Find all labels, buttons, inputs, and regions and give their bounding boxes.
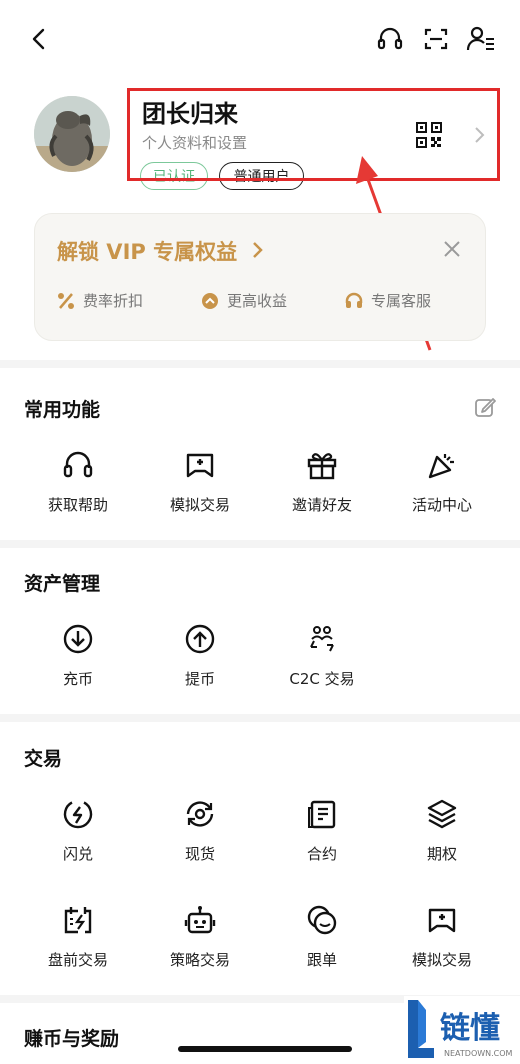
perk-label: 更高收益 xyxy=(227,292,288,310)
section-title-earn: 赚币与奖励 xyxy=(24,1028,120,1050)
vip-title-text: 解锁 VIP 专属权益 xyxy=(57,240,238,264)
grid-item-invite[interactable]: 邀请好友 xyxy=(262,448,382,515)
grid-item-label: 活动中心 xyxy=(411,496,472,514)
section-divider xyxy=(0,714,520,722)
perk-label: 费率折扣 xyxy=(83,292,144,310)
grid-item-deposit[interactable]: 充币 xyxy=(18,622,138,689)
back-arrow-icon[interactable] xyxy=(24,24,54,54)
grid-item-demo-trading-2[interactable]: 模拟交易 xyxy=(382,903,502,970)
grid-item-label: 盘前交易 xyxy=(47,951,108,969)
headset-support-icon[interactable] xyxy=(375,24,405,54)
gamepad-icon xyxy=(183,448,217,482)
grid-item-c2c[interactable]: C2C 交易 xyxy=(262,622,382,689)
calendar-flash-icon xyxy=(61,903,95,937)
gift-icon xyxy=(305,448,339,482)
grid-item-label: 模拟交易 xyxy=(411,951,472,969)
withdraw-icon xyxy=(183,622,217,656)
grid-item-label: 策略交易 xyxy=(169,951,230,969)
contract-document-icon xyxy=(305,797,339,831)
grid-item-demo-trading[interactable]: 模拟交易 xyxy=(140,448,260,515)
perk-dedicated-support: 专属客服 xyxy=(345,290,431,311)
grid-item-label: 获取帮助 xyxy=(47,496,108,514)
perk-higher-yield: 更高收益 xyxy=(201,290,287,311)
grid-item-label: 充币 xyxy=(62,670,93,688)
grid-item-events[interactable]: 活动中心 xyxy=(382,448,502,515)
percent-icon xyxy=(57,292,75,310)
vip-promo-card[interactable]: 解锁 VIP 专属权益 费率折扣 更高收益 专属客服 xyxy=(34,213,486,341)
grid-item-help[interactable]: 获取帮助 xyxy=(18,448,138,515)
headset-icon xyxy=(345,292,363,310)
grid-item-label: C2C 交易 xyxy=(289,670,355,688)
grid-item-label: 现货 xyxy=(184,845,215,863)
grid-item-label: 合约 xyxy=(306,845,337,863)
section-title-common: 常用功能 xyxy=(24,399,101,421)
top-bar xyxy=(0,0,520,80)
grid-item-label: 期权 xyxy=(426,845,457,863)
switch-account-icon[interactable] xyxy=(466,24,496,54)
coin-icon xyxy=(201,292,219,310)
grid-item-label: 邀请好友 xyxy=(291,496,352,514)
grid-item-label: 提币 xyxy=(184,670,215,688)
close-icon[interactable] xyxy=(443,240,461,262)
edit-icon[interactable] xyxy=(474,396,496,422)
grid-item-futures[interactable]: 合约 xyxy=(262,797,382,864)
grid-item-bots[interactable]: 策略交易 xyxy=(140,903,260,970)
spot-icon xyxy=(183,797,217,831)
party-popper-icon xyxy=(425,448,459,482)
deposit-icon xyxy=(61,622,95,656)
vip-chevron-icon xyxy=(252,240,264,264)
gamepad-icon xyxy=(425,903,459,937)
grid-item-premarket[interactable]: 盘前交易 xyxy=(18,903,138,970)
perk-fee-discount: 费率折扣 xyxy=(57,290,143,311)
scan-icon[interactable] xyxy=(421,24,451,54)
grid-item-label: 跟单 xyxy=(306,951,337,969)
watermark-brand: 链懂 xyxy=(440,1011,500,1046)
section-title-assets: 资产管理 xyxy=(24,573,101,595)
vip-title[interactable]: 解锁 VIP 专属权益 xyxy=(57,236,264,266)
grid-item-options[interactable]: 期权 xyxy=(382,797,502,864)
layers-icon xyxy=(425,797,459,831)
p2p-exchange-icon xyxy=(305,622,339,656)
grid-item-copy-trading[interactable]: 跟单 xyxy=(262,903,382,970)
home-indicator[interactable] xyxy=(178,1046,352,1052)
grid-item-convert[interactable]: 闪兑 xyxy=(18,797,138,864)
perk-label: 专属客服 xyxy=(371,292,432,310)
grid-item-label: 模拟交易 xyxy=(169,496,230,514)
copy-circles-icon xyxy=(305,903,339,937)
headset-icon xyxy=(61,448,95,482)
section-divider xyxy=(0,360,520,368)
grid-item-label: 闪兑 xyxy=(62,845,93,863)
watermark-logo: 链懂 NEATDOWN.COM xyxy=(404,996,520,1064)
avatar[interactable] xyxy=(34,96,110,172)
section-title-trade: 交易 xyxy=(24,748,63,770)
grid-item-spot[interactable]: 现货 xyxy=(140,797,260,864)
watermark-domain: NEATDOWN.COM xyxy=(444,1049,513,1058)
flash-convert-icon xyxy=(61,797,95,831)
highlight-annotation-box xyxy=(127,88,500,181)
robot-icon xyxy=(183,903,217,937)
section-divider xyxy=(0,540,520,548)
grid-item-withdraw[interactable]: 提币 xyxy=(140,622,260,689)
